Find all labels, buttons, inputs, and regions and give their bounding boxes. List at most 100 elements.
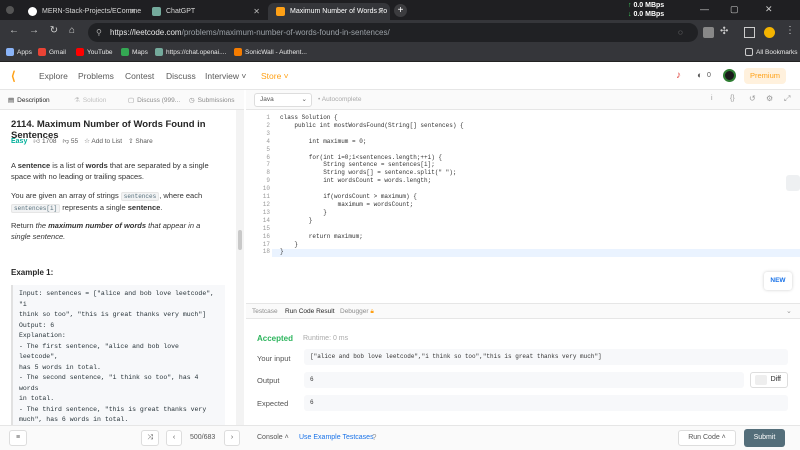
tab-solution[interactable]: ⚗ Solution <box>74 96 106 105</box>
back-icon[interactable]: ← <box>8 25 20 36</box>
description-scrollbar[interactable] <box>236 110 244 425</box>
info-icon[interactable]: i <box>711 95 713 102</box>
tab-debugger[interactable]: Debugger 🔒︎ <box>340 308 374 316</box>
bookmark-gmail[interactable]: Gmail <box>38 48 66 56</box>
code-line[interactable]: return maximum; <box>280 233 464 241</box>
code-line[interactable]: public int mostWordsFound(String[] sente… <box>280 122 463 130</box>
code-line[interactable]: } <box>280 241 464 249</box>
all-bookmarks[interactable]: All Bookmarks <box>745 48 798 56</box>
line-number: 9 <box>266 177 270 185</box>
reset-icon[interactable]: ↺ <box>749 94 756 103</box>
leetcode-logo[interactable]: ⟨ <box>11 69 16 83</box>
code-line[interactable]: String sentence = sentences[i]; <box>280 161 464 169</box>
bookmark-sonicwall[interactable]: SonicWall - Authent... <box>234 48 307 56</box>
code-line[interactable] <box>280 130 464 138</box>
prev-button[interactable]: ‹ <box>166 430 182 446</box>
minimize-icon[interactable]: — <box>700 4 709 14</box>
close-icon[interactable]: ✕ <box>377 7 384 16</box>
console-toggle[interactable]: Console ˄ <box>257 434 289 441</box>
window-close-icon[interactable]: ✕ <box>765 4 773 15</box>
code-line[interactable]: for(int i=0;i<sentences.length;++i) { <box>280 154 464 162</box>
language-select[interactable]: Java ⌄ <box>254 93 312 107</box>
code-braces-icon[interactable]: {} <box>730 95 735 102</box>
autocomplete-toggle[interactable]: • Autocomplete <box>318 96 361 103</box>
nav-discuss[interactable]: Discuss <box>166 71 196 81</box>
shuffle-button[interactable]: ⤨ <box>141 430 159 446</box>
avatar[interactable] <box>723 69 736 82</box>
submit-button[interactable]: Submit <box>744 429 785 447</box>
new-badge[interactable]: NEW <box>764 272 792 290</box>
browser-tab-chatgpt[interactable]: ChatGPT ✕ <box>144 3 266 20</box>
site-info-icon[interactable]: ⚲ <box>96 23 102 42</box>
code-line[interactable]: maximum = wordsCount; <box>280 201 464 209</box>
code-line[interactable]: } <box>280 248 464 256</box>
collapse-icon[interactable]: ⌄ <box>786 307 792 315</box>
code-line[interactable]: String words[] = sentence.split(" "); <box>280 169 464 177</box>
run-code-button[interactable]: Run Code ˄ <box>678 430 736 446</box>
close-icon[interactable]: ✕ <box>253 7 260 16</box>
code-line[interactable]: } <box>280 217 464 225</box>
eye-slash-icon[interactable]: ◌ <box>678 28 689 39</box>
code-line[interactable]: class Solution { <box>280 114 464 122</box>
bookmark-chatgpt[interactable]: https://chat.openai.... <box>155 48 226 56</box>
new-tab-button[interactable]: + <box>394 4 407 17</box>
code-line[interactable]: } <box>280 209 464 217</box>
home-icon[interactable]: ⌂ <box>66 25 78 36</box>
code-line[interactable] <box>280 146 464 154</box>
dislike-button[interactable]: 👎︎ 55 <box>62 137 78 145</box>
browser-tab-leetcode[interactable]: Maximum Number of Words Fo ✕ <box>268 3 390 20</box>
coin-icon[interactable]: ◐ <box>697 70 702 80</box>
bell-icon[interactable]: ♪ <box>676 70 681 81</box>
diff-toggle[interactable]: Diff <box>750 372 788 388</box>
bookmark-youtube[interactable]: YouTube <box>76 48 113 56</box>
code-line[interactable]: if(wordsCount > maximum) { <box>280 193 464 201</box>
tab-submissions[interactable]: ◷ Submissions <box>189 96 235 105</box>
browser-menu-icon[interactable]: ⋮ <box>785 25 796 36</box>
scrollbar-thumb[interactable] <box>238 230 242 250</box>
youtube-icon <box>76 48 84 56</box>
code-line[interactable] <box>280 225 464 233</box>
line-number: 3 <box>266 129 270 137</box>
code-editor[interactable]: 1 2 3 4 5 6 7 8 9 10 11 12 13 14 15 16 17 18 class Soluti… <box>246 110 800 300</box>
toggle-switch[interactable] <box>755 375 767 385</box>
code-line[interactable]: int wordsCount = words.length; <box>280 177 464 185</box>
tab-run-code-result[interactable]: Run Code Result <box>285 308 335 315</box>
browser-tab-github[interactable]: MERN-Stack-Projects/EComme ✕ <box>20 3 142 20</box>
bookmark-apps[interactable]: Apps <box>6 48 32 56</box>
add-to-list-button[interactable]: ☆ Add to List <box>84 137 122 145</box>
reload-icon[interactable]: ↻ <box>48 25 60 36</box>
tab-search-icon[interactable] <box>6 6 14 14</box>
close-icon[interactable]: ✕ <box>129 7 136 16</box>
extensions-puzzle-icon[interactable]: ✣ <box>720 26 731 37</box>
code-line[interactable]: int maximum = 0; <box>280 138 464 146</box>
fullscreen-icon[interactable]: ⤢ <box>784 94 790 104</box>
help-icon[interactable]: ? <box>372 433 376 442</box>
nav-contest[interactable]: Contest <box>125 71 154 81</box>
problem-list-button[interactable]: ≡ <box>9 430 27 446</box>
side-handle[interactable] <box>786 175 800 191</box>
side-panel-icon[interactable] <box>744 27 755 38</box>
use-example-testcases[interactable]: Use Example Testcases <box>299 434 374 441</box>
output-label: Output <box>257 376 280 385</box>
nav-problems[interactable]: Problems <box>78 71 114 81</box>
tab-discuss[interactable]: ▢ Discuss (999... <box>128 96 180 105</box>
profile-avatar[interactable] <box>764 27 775 38</box>
nav-store[interactable]: Store ˅ <box>261 71 289 81</box>
nav-explore[interactable]: Explore <box>39 71 68 81</box>
premium-button[interactable]: Premium <box>744 68 786 84</box>
nav-interview[interactable]: Interview ˅ <box>205 71 246 81</box>
bookmark-label: Gmail <box>49 48 66 56</box>
url-bar[interactable]: ⚲ https://leetcode.com/problems/maximum-… <box>88 23 698 42</box>
share-button[interactable]: ⇪ Share <box>128 137 153 145</box>
like-button[interactable]: 👍︎ 1708 <box>33 137 56 145</box>
settings-icon[interactable]: ⚙ <box>766 94 773 103</box>
bookmark-maps[interactable]: Maps <box>121 48 148 56</box>
extension-icon-1[interactable] <box>703 27 714 38</box>
code-content[interactable]: class Solution { public int mostWordsFou… <box>280 114 464 256</box>
maximize-icon[interactable]: ▢ <box>730 4 739 15</box>
tab-testcase[interactable]: Testcase <box>252 308 278 315</box>
next-button[interactable]: › <box>224 430 240 446</box>
forward-icon[interactable]: → <box>28 25 40 36</box>
tab-description[interactable]: ▤ Description <box>8 96 50 105</box>
code-line[interactable] <box>280 185 464 193</box>
